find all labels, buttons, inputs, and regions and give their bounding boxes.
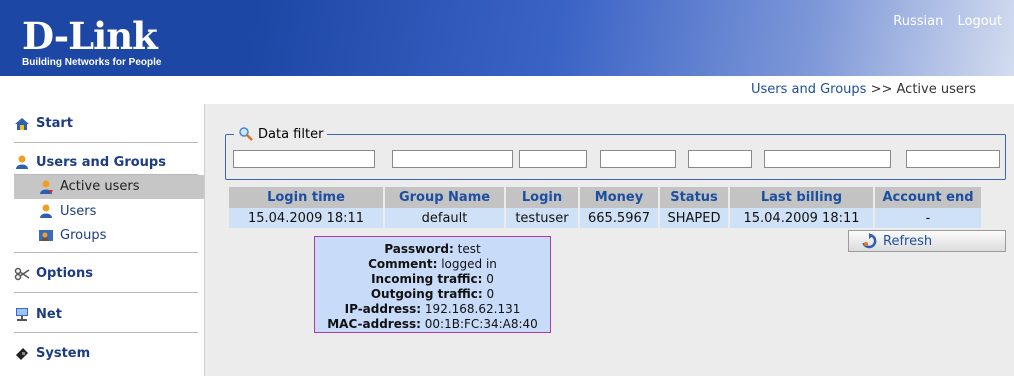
cell-group-name: default bbox=[385, 208, 504, 228]
sidebar: Start Users and Groups Active users User… bbox=[0, 106, 204, 376]
sidebar-divider bbox=[14, 292, 198, 293]
scissors-icon bbox=[14, 267, 30, 281]
logo-text: D-Link bbox=[22, 14, 158, 58]
user-icon bbox=[38, 203, 54, 219]
incoming-traffic-label: Incoming traffic: bbox=[371, 272, 483, 286]
active-user-icon bbox=[38, 179, 54, 195]
breadcrumb: Users and Groups >> Active users bbox=[751, 82, 976, 97]
mac-address-label: MAC-address: bbox=[327, 317, 421, 331]
sidebar-divider bbox=[14, 332, 198, 333]
home-icon bbox=[14, 117, 30, 131]
tooltip-incoming-row: Incoming traffic: 0 bbox=[315, 272, 550, 287]
data-filter-label: Data filter bbox=[258, 126, 324, 142]
sidebar-divider bbox=[14, 142, 198, 143]
outgoing-traffic-label: Outgoing traffic: bbox=[370, 287, 483, 301]
users-icon bbox=[14, 154, 30, 170]
column-header-login[interactable]: Login bbox=[506, 187, 578, 208]
sidebar-item-label: Groups bbox=[60, 227, 107, 243]
comment-value: logged in bbox=[441, 257, 497, 271]
sidebar-item-start[interactable]: Start bbox=[14, 116, 73, 131]
refresh-label: Refresh bbox=[883, 233, 933, 249]
comment-label: Comment: bbox=[368, 257, 438, 271]
russian-link[interactable]: Russian bbox=[893, 14, 943, 29]
breadcrumb-section-link[interactable]: Users and Groups bbox=[751, 82, 866, 97]
refresh-button[interactable]: Refresh bbox=[848, 230, 1006, 252]
sidebar-item-groups[interactable]: Groups bbox=[38, 227, 106, 243]
sidebar-item-active-users[interactable]: Active users bbox=[14, 175, 204, 199]
breadcrumb-page: Active users bbox=[896, 82, 976, 97]
filter-status-input[interactable] bbox=[688, 150, 752, 168]
sidebar-item-label: Net bbox=[36, 306, 62, 322]
column-header-status[interactable]: Status bbox=[660, 187, 728, 208]
tooltip-comment-row: Comment: logged in bbox=[315, 257, 550, 272]
tooltip-mac-row: MAC-address: 00:1B:FC:34:A8:40 bbox=[315, 317, 550, 332]
system-icon bbox=[14, 347, 30, 361]
mac-address-value: 00:1B:FC:34:A8:40 bbox=[424, 317, 538, 331]
password-label: Password: bbox=[384, 242, 454, 256]
logo-tagline: Building Networks for People bbox=[22, 57, 162, 68]
tooltip-ip-row: IP-address: 192.168.62.131 bbox=[315, 302, 550, 317]
refresh-icon bbox=[861, 233, 877, 249]
cell-account-end: - bbox=[875, 208, 981, 228]
network-icon bbox=[14, 306, 30, 322]
sidebar-divider bbox=[14, 252, 198, 253]
filter-account-end-input[interactable] bbox=[906, 150, 1000, 168]
column-header-account-end[interactable]: Account end bbox=[875, 187, 981, 208]
active-users-table: Login time Group Name Login Money Status… bbox=[227, 187, 983, 228]
user-details-tooltip: Password: test Comment: logged in Incomi… bbox=[314, 236, 551, 333]
sidebar-item-users[interactable]: Users bbox=[38, 203, 96, 219]
cell-login-time: 15.04.2009 18:11 bbox=[229, 208, 383, 228]
cell-last-billing: 15.04.2009 18:11 bbox=[730, 208, 873, 228]
column-header-last-billing[interactable]: Last billing bbox=[730, 187, 873, 208]
filter-login-time-input[interactable] bbox=[233, 150, 375, 168]
filter-group-name-input[interactable] bbox=[392, 150, 513, 168]
filter-last-billing-input[interactable] bbox=[764, 150, 891, 168]
ip-address-value: 192.168.62.131 bbox=[424, 302, 521, 316]
outgoing-traffic-value: 0 bbox=[486, 287, 495, 301]
groups-icon bbox=[38, 227, 54, 243]
sidebar-item-label: Users bbox=[60, 203, 97, 219]
breadcrumb-separator: >> bbox=[870, 82, 893, 97]
filter-money-input[interactable] bbox=[600, 150, 676, 168]
top-links: Russian Logout bbox=[883, 14, 1002, 29]
table-header-row: Login time Group Name Login Money Status… bbox=[229, 187, 981, 208]
password-value: test bbox=[457, 242, 481, 256]
tooltip-password-row: Password: test bbox=[315, 242, 550, 257]
cell-money: 665.5967 bbox=[580, 208, 658, 228]
sidebar-item-net[interactable]: Net bbox=[14, 306, 62, 322]
sidebar-item-label: Users and Groups bbox=[36, 154, 166, 170]
sidebar-item-users-and-groups[interactable]: Users and Groups bbox=[14, 154, 166, 170]
sidebar-item-label: Start bbox=[36, 116, 73, 131]
app-header: D-Link Building Networks for People Russ… bbox=[0, 0, 1014, 76]
magnifier-icon bbox=[238, 126, 254, 142]
tooltip-outgoing-row: Outgoing traffic: 0 bbox=[315, 287, 550, 302]
dlink-logo: D-Link Building Networks for People bbox=[22, 14, 162, 69]
incoming-traffic-value: 0 bbox=[486, 272, 494, 286]
filter-login-input[interactable] bbox=[519, 150, 587, 168]
cell-status: SHAPED bbox=[660, 208, 728, 228]
ip-address-label: IP-address: bbox=[344, 302, 422, 316]
column-header-group-name[interactable]: Group Name bbox=[385, 187, 504, 208]
sidebar-item-options[interactable]: Options bbox=[14, 266, 93, 281]
sidebar-item-label: Active users bbox=[60, 179, 140, 194]
sidebar-item-system[interactable]: System bbox=[14, 346, 90, 361]
data-filter-legend: Data filter bbox=[234, 126, 327, 142]
sidebar-item-label: Options bbox=[36, 266, 93, 281]
table-row[interactable]: 15.04.2009 18:11 default testuser 665.59… bbox=[229, 208, 981, 228]
cell-login: testuser bbox=[506, 208, 578, 228]
logout-link[interactable]: Logout bbox=[957, 14, 1002, 29]
column-header-money[interactable]: Money bbox=[580, 187, 658, 208]
sidebar-item-label: System bbox=[36, 346, 91, 361]
column-header-login-time[interactable]: Login time bbox=[229, 187, 383, 208]
